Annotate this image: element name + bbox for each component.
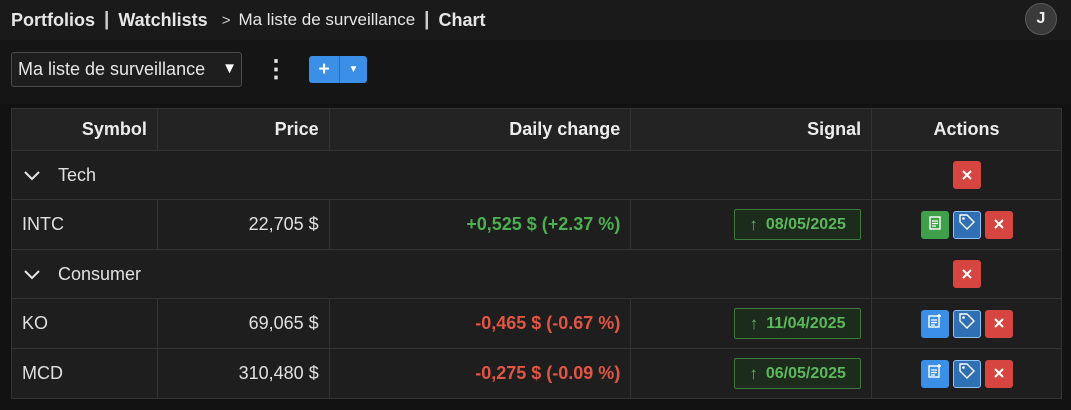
close-icon [993,313,1005,334]
tag-icon [958,213,976,236]
breadcrumb: Portfolios | Watchlists > Ma liste de su… [11,9,486,31]
group-toggle[interactable]: Tech [22,165,870,186]
symbol-cell[interactable]: MCD [11,348,158,399]
group-name: Tech [58,164,97,185]
group-toggle[interactable]: Consumer [22,264,870,285]
tag-button[interactable] [952,309,981,338]
signal-cell: ↑ 08/05/2025 [630,199,873,250]
add-split-button: + ▼ [309,56,367,83]
signal-date: 08/05/2025 [765,215,846,233]
signal-date: 06/05/2025 [765,364,846,382]
add-note-icon [927,313,943,334]
add-note-icon [927,363,943,384]
column-header-signal[interactable]: Signal [630,108,873,151]
delete-row-button[interactable] [984,359,1013,388]
group-actions [873,161,1060,189]
more-options-icon[interactable]: ⋮ [264,55,288,85]
daily-change-cell: +0,525 $ (+2.37 %) [328,199,632,250]
table-header-row: Symbol Price Daily change Signal Actions [11,108,1062,151]
add-dropdown-button[interactable]: ▼ [339,56,367,83]
delete-row-button[interactable] [984,309,1013,338]
table-row[interactable]: KO 69,065 $ -0,465 $ (-0.67 %) ↑ 11/04/2025 [11,298,1062,349]
group-row: Tech [10,150,1062,200]
signal-cell: ↑ 11/04/2025 [630,298,873,349]
close-icon [993,214,1005,235]
group-actions-cell [871,150,1062,200]
delete-row-button[interactable] [984,210,1013,239]
group-actions [873,260,1060,288]
tag-icon [958,312,976,335]
arrow-up-icon: ↑ [749,214,758,234]
watchlist-table: Symbol Price Daily change Signal Actions… [10,108,1062,399]
group-actions-cell [871,249,1062,299]
daily-change-cell: -0,465 $ (-0.67 %) [328,298,632,349]
table-row[interactable]: INTC 22,705 $ +0,525 $ (+2.37 %) ↑ 08/05/202… [11,199,1062,250]
column-header-daily-change[interactable]: Daily change [328,108,632,151]
table-row[interactable]: MCD 310,480 $ -0,275 $ (-0.09 %) ↑ 06/05/202… [11,348,1062,399]
row-actions [873,309,1060,338]
tag-button[interactable] [952,359,981,388]
group-name: Consumer [58,263,142,284]
price-cell: 310,480 $ [156,348,330,399]
daily-change-cell: -0,275 $ (-0.09 %) [328,348,632,399]
symbol-cell[interactable]: KO [11,298,158,349]
breadcrumb-chart[interactable]: Chart [438,10,485,31]
delete-group-button[interactable] [952,260,981,288]
tag-button[interactable] [952,210,981,239]
column-header-price[interactable]: Price [156,108,330,151]
breadcrumb-separator: | [104,9,110,30]
delete-group-button[interactable] [952,161,981,189]
user-avatar[interactable]: J [1025,3,1057,35]
breadcrumb-portfolios[interactable]: Portfolios [11,10,95,31]
close-icon [961,165,973,186]
row-actions [873,210,1060,239]
column-header-actions: Actions [871,108,1062,151]
price-cell: 69,065 $ [156,298,330,349]
arrow-up-icon: ↑ [749,313,759,333]
breadcrumb-current-watchlist: Ma liste de surveillance [238,10,416,29]
row-actions [873,359,1060,388]
watchlist-select-value: Ma liste de surveillance [18,59,206,79]
price-cell: 22,705 $ [156,199,330,250]
close-icon [961,264,973,285]
actions-cell [871,348,1062,399]
add-note-button[interactable] [920,309,949,338]
add-note-button[interactable] [920,359,949,388]
group-cell: Consumer [10,249,873,299]
group-cell: Tech [10,150,873,200]
actions-cell [871,199,1062,250]
breadcrumb-separator: | [424,9,430,30]
view-note-button[interactable] [920,210,949,239]
signal-date: 11/04/2025 [766,314,846,332]
signal-cell: ↑ 06/05/2025 [630,348,873,399]
caret-down-icon: ▼ [222,60,237,77]
group-row: Consumer [10,249,1062,299]
document-icon [928,214,942,235]
actions-cell [871,298,1062,349]
tag-icon [958,362,976,385]
arrow-up-icon: ↑ [749,363,758,383]
signal-badge[interactable]: ↑ 11/04/2025 [734,308,862,339]
close-icon [993,363,1005,384]
breadcrumb-watchlists[interactable]: Watchlists [118,10,207,31]
top-bar: Portfolios | Watchlists > Ma liste de su… [0,0,1071,41]
add-button[interactable]: + [309,56,339,83]
signal-badge[interactable]: ↑ 06/05/2025 [734,358,862,389]
column-header-symbol[interactable]: Symbol [11,108,158,151]
chevron-down-icon[interactable] [22,264,42,284]
symbol-cell[interactable]: INTC [11,199,158,250]
watchlist-select[interactable]: Ma liste de surveillance ▼ [11,52,242,87]
signal-badge[interactable]: ↑ 08/05/2025 [734,209,862,240]
breadcrumb-arrow: > [221,11,231,29]
chevron-down-icon[interactable] [22,165,42,185]
